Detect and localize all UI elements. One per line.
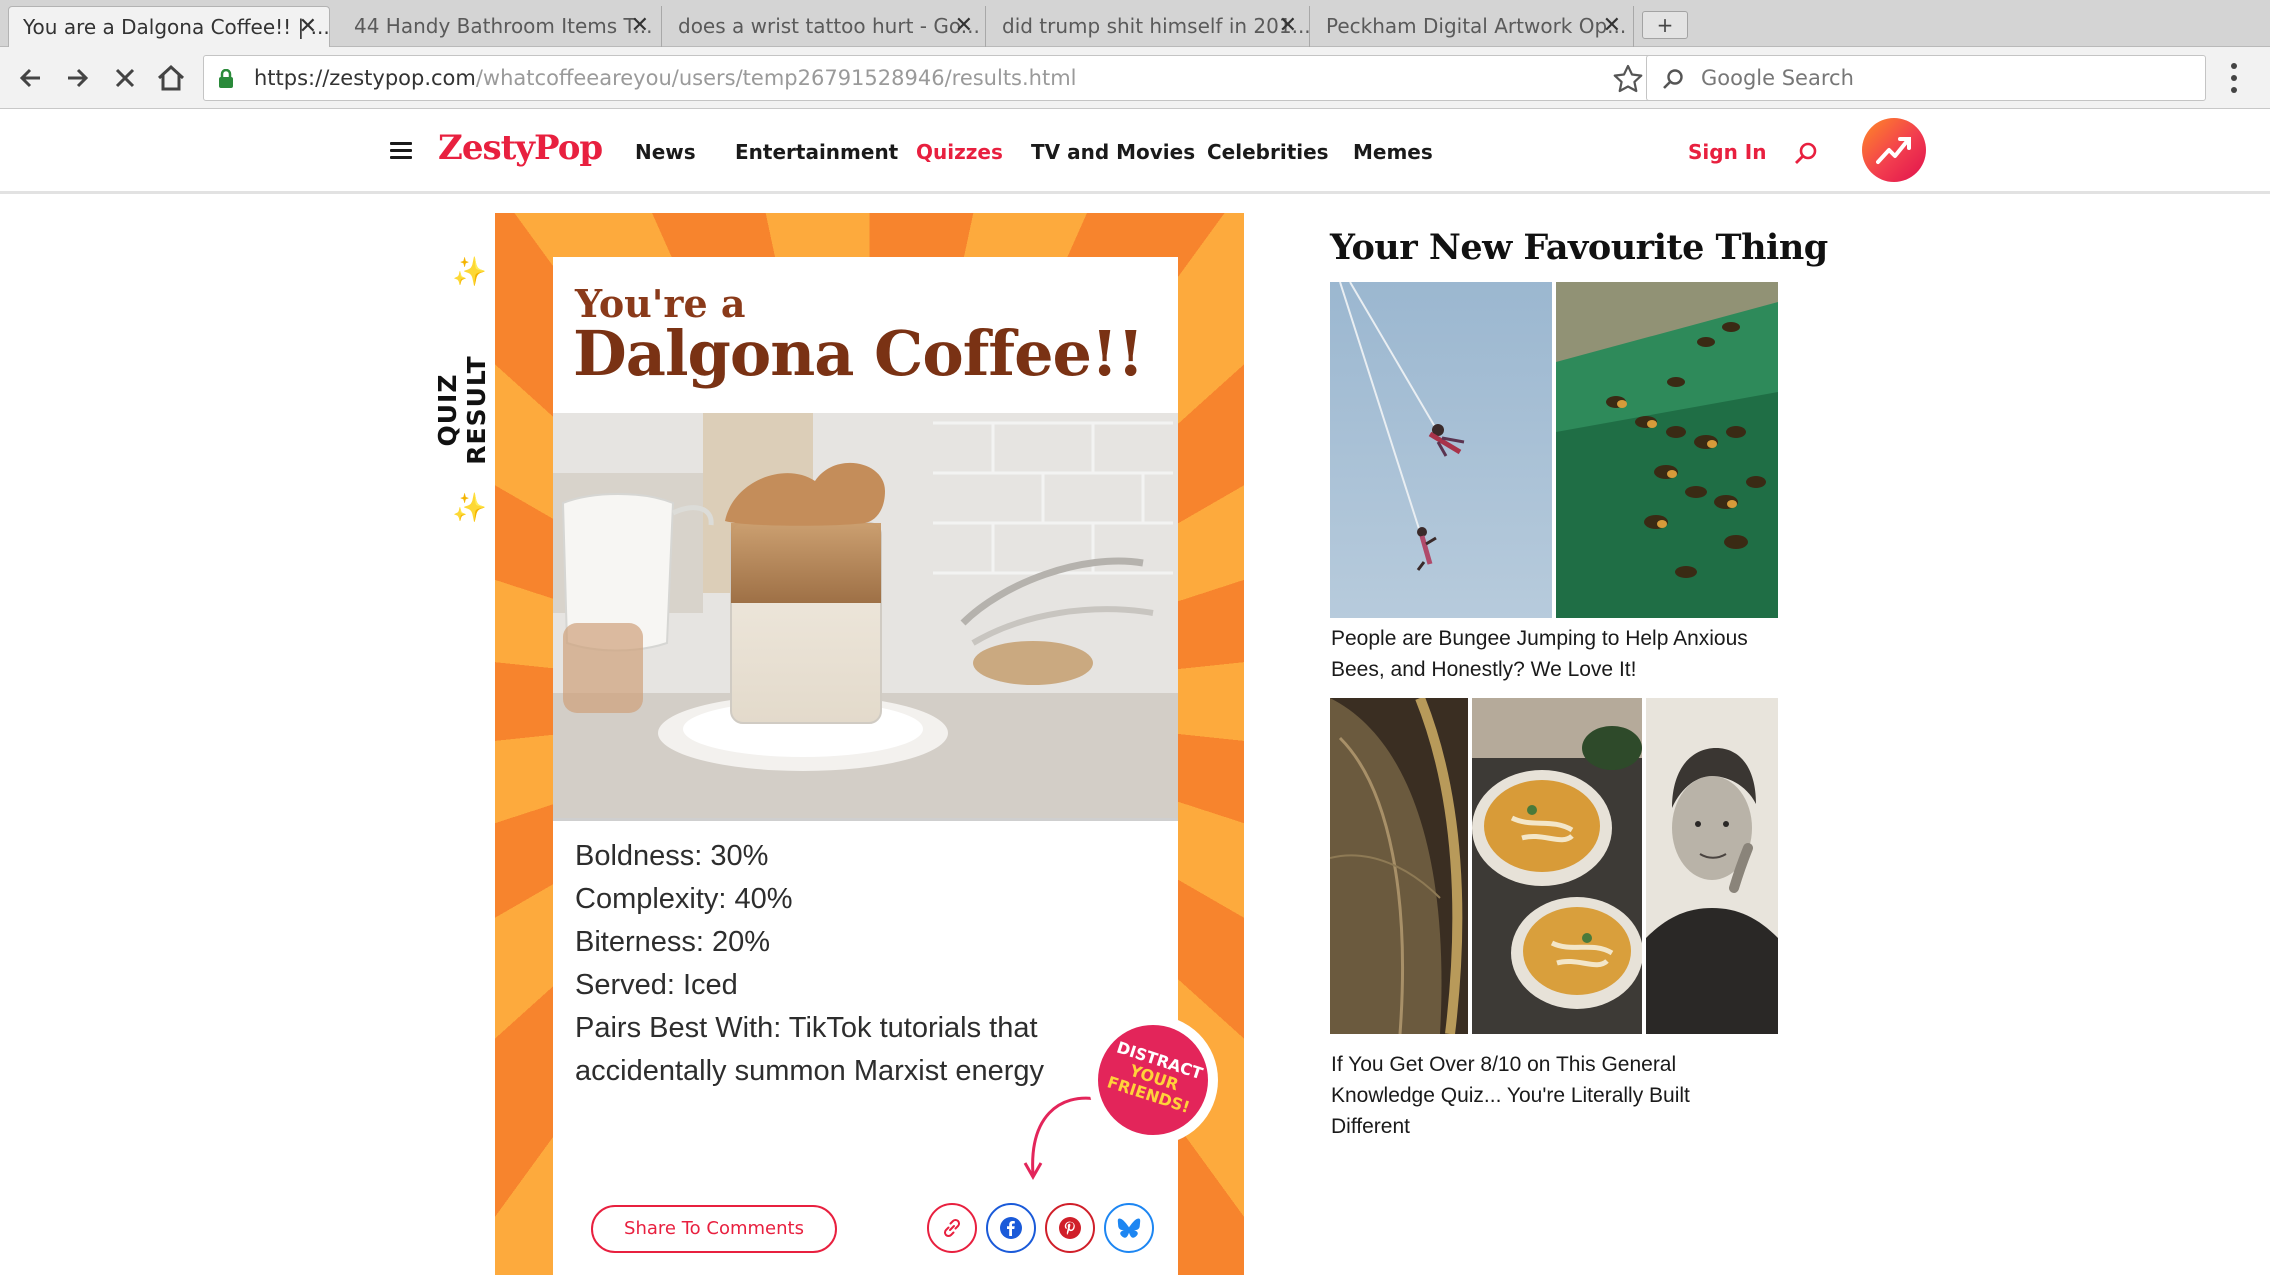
bluesky-share-button[interactable] <box>1104 1203 1154 1253</box>
browser-toolbar: https://zestypop.com/whatcoffeeareyou/us… <box>0 47 2270 109</box>
facebook-share-button[interactable] <box>986 1203 1036 1253</box>
url-host: https://zestypop.com <box>254 66 476 90</box>
nav-memes[interactable]: Memes <box>1353 140 1433 164</box>
article-caption-general-knowledge-quiz[interactable]: If You Get Over 8/10 on This General Kno… <box>1331 1049 1771 1142</box>
distract-your-friends-badge: DISTRACT YOUR FRIENDS! <box>1088 1015 1218 1145</box>
browser-tab[interactable]: Peckham Digital Artwork Op... ✕ <box>1312 6 1634 47</box>
article-caption-bungee-bees[interactable]: People are Bungee Jumping to Help Anxiou… <box>1331 623 1791 685</box>
pinterest-icon <box>1059 1217 1081 1239</box>
quiz-result-card-background: You're a Dalgona Coffee!! Boldness: 30% … <box>495 213 1244 1275</box>
sparkle-icon: ✨ <box>452 255 487 288</box>
link-icon <box>943 1218 961 1238</box>
quiz-result-card: You're a Dalgona Coffee!! Boldness: 30% … <box>553 257 1218 1275</box>
nav-news[interactable]: News <box>635 140 696 164</box>
facebook-icon <box>1000 1217 1022 1239</box>
stat-boldness: Boldness: 30% <box>575 840 769 872</box>
nav-quizzes[interactable]: Quizzes <box>916 140 1003 164</box>
result-title: Dalgona Coffee!! <box>573 317 1144 390</box>
result-stats: Boldness: 30% Complexity: 40% Biterness:… <box>575 835 1165 1093</box>
bees-image[interactable] <box>1556 282 1778 618</box>
pinterest-share-button[interactable] <box>1045 1203 1095 1253</box>
sparkle-icon: ✨ <box>452 491 487 524</box>
bookmark-star-icon[interactable] <box>1612 63 1644 99</box>
browser-tab[interactable]: does a wrist tattoo hurt - Go... ✕ <box>664 6 986 47</box>
stat-pairs-best-with: Pairs Best With: TikTok tutorials that a… <box>575 1012 1045 1087</box>
stop-icon[interactable] <box>106 59 144 97</box>
url-text: https://zestypop.com/whatcoffeeareyou/us… <box>254 56 1077 100</box>
bungee-jumpers-image[interactable] <box>1330 282 1552 618</box>
hamburger-menu-icon[interactable] <box>390 142 412 160</box>
new-tab-button[interactable]: + <box>1642 11 1688 39</box>
stat-served: Served: Iced <box>575 969 738 1001</box>
site-search-icon[interactable] <box>1792 140 1820 172</box>
trending-icon <box>1876 137 1911 164</box>
forward-icon[interactable] <box>58 59 96 97</box>
nav-tv-and-movies[interactable]: TV and Movies <box>1031 140 1195 164</box>
globe-image[interactable] <box>1330 698 1468 1034</box>
address-bar[interactable]: https://zestypop.com/whatcoffeeareyou/us… <box>203 55 1655 101</box>
stat-biterness: Biterness: 20% <box>575 926 771 958</box>
search-placeholder: Google Search <box>1701 66 1854 90</box>
site-logo[interactable]: ZestyPop <box>438 128 603 168</box>
trending-button[interactable] <box>1862 118 1926 182</box>
url-path: /whatcoffeeareyou/users/temp26791528946/… <box>475 66 1077 90</box>
tab-title: does a wrist tattoo hurt - Go... <box>678 14 980 38</box>
search-icon <box>1661 67 1685 95</box>
close-icon[interactable]: ✕ <box>1603 6 1621 46</box>
share-to-comments-button[interactable]: Share To Comments <box>591 1205 837 1253</box>
close-icon[interactable]: ✕ <box>1279 6 1297 46</box>
back-icon[interactable] <box>12 59 50 97</box>
browser-tab-bar: You are a Dalgona Coffee!! | ... ✕ 44 Ha… <box>0 0 2270 47</box>
home-icon[interactable] <box>152 59 190 97</box>
tab-title: Peckham Digital Artwork Op... <box>1326 14 1627 38</box>
tab-title: You are a Dalgona Coffee!! | ... <box>23 15 330 39</box>
nav-entertainment[interactable]: Entertainment <box>735 140 898 164</box>
browser-tab[interactable]: 44 Handy Bathroom Items T... ✕ <box>340 6 662 47</box>
nav-celebrities[interactable]: Celebrities <box>1207 140 1329 164</box>
curved-arrow-icon <box>1023 1096 1098 1181</box>
browser-tab[interactable]: did trump shit himself in 201... ✕ <box>988 6 1310 47</box>
quiz-result-label: QUIZ RESULT <box>433 355 491 465</box>
close-icon[interactable]: ✕ <box>631 6 649 46</box>
bluesky-icon <box>1117 1218 1141 1238</box>
sidebar-title: Your New Favourite Thing <box>1330 227 1828 268</box>
menu-kebab-icon[interactable] <box>2228 61 2240 99</box>
close-icon[interactable]: ✕ <box>299 7 317 47</box>
sign-in-link[interactable]: Sign In <box>1688 140 1766 164</box>
close-icon[interactable]: ✕ <box>955 6 973 46</box>
lock-icon <box>218 68 234 93</box>
stat-complexity: Complexity: 40% <box>575 883 793 915</box>
dalgona-coffee-image <box>553 413 1178 821</box>
browser-search-box[interactable]: Google Search <box>1646 55 2206 101</box>
tab-title: 44 Handy Bathroom Items T... <box>354 14 653 38</box>
soup-image[interactable] <box>1472 698 1642 1034</box>
tab-title: did trump shit himself in 201... <box>1002 14 1310 38</box>
quiz-result-side-label: ✨ QUIZ RESULT ✨ <box>433 255 494 535</box>
site-header: ZestyPop News Entertainment Quizzes TV a… <box>0 110 2270 194</box>
portrait-image[interactable] <box>1646 698 1778 1034</box>
copy-link-button[interactable] <box>927 1203 977 1253</box>
browser-tab-active[interactable]: You are a Dalgona Coffee!! | ... ✕ <box>8 6 330 47</box>
